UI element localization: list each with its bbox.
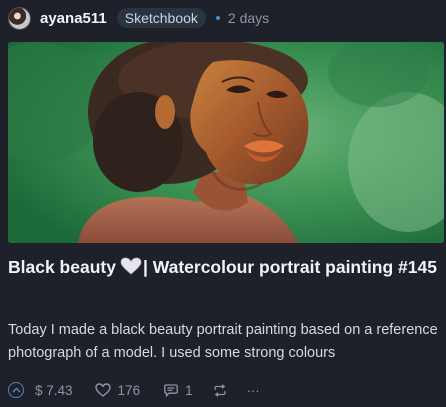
post-title[interactable]: Black beauty | Watercolour portrait paint… [8,255,438,280]
post-description[interactable]: Today I made a black beauty portrait pai… [8,319,444,365]
upvote-button[interactable] [8,382,24,398]
comments-button[interactable]: 1 [164,383,193,398]
comment-bubble-icon [164,383,178,397]
reblog-arrows-icon [213,383,226,397]
white-heart-emoji [120,257,142,275]
post-card: ayana511 Sketchbook 2 days Black beauty … [0,0,446,407]
payout-value[interactable]: $ 7.43 [35,383,73,398]
post-thumbnail[interactable] [8,42,444,243]
portrait-painting-image [8,42,444,243]
reblog-button[interactable] [213,383,227,397]
votes-button[interactable]: 176 [94,382,141,398]
more-options-button[interactable]: ··· [247,383,260,398]
heart-outline-icon [94,383,111,397]
user-avatar[interactable] [8,6,31,30]
post-footer: $ 7.43 176 1 ··· [8,381,260,399]
upvote-chevron-icon [11,387,21,393]
comments-count: 1 [185,382,193,398]
author-name[interactable]: ayana511 [40,10,107,27]
post-header: ayana511 Sketchbook 2 days [8,6,269,30]
ellipsis-icon: ··· [246,382,260,398]
post-time[interactable]: 2 days [228,10,269,26]
post-title-part1: Black beauty [8,257,116,277]
post-title-part2: | Watercolour portrait painting #145 [142,257,437,277]
votes-count: 176 [117,382,141,398]
separator-dot [215,16,220,20]
community-badge[interactable]: Sketchbook [116,8,206,28]
